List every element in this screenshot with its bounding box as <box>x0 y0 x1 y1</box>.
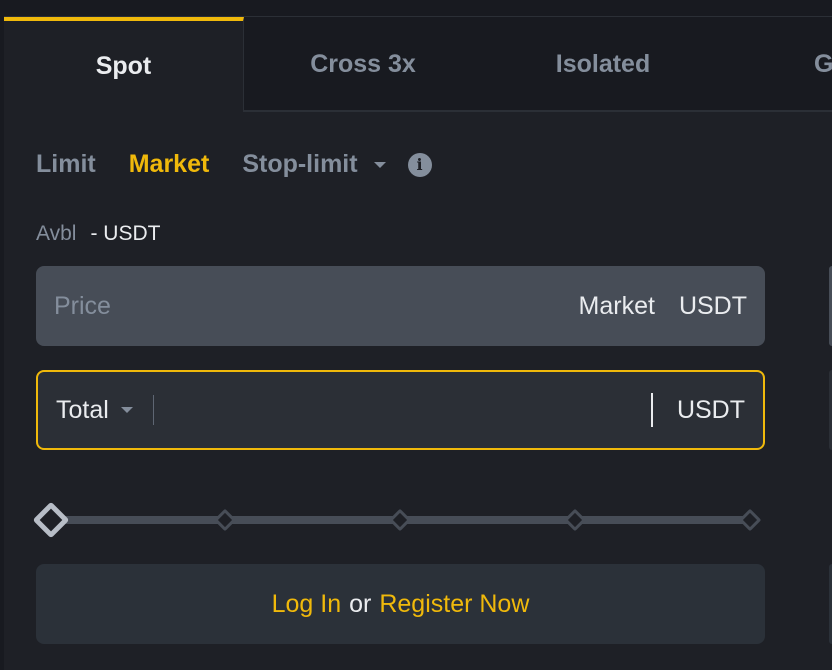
tabs-divider <box>244 110 832 112</box>
price-field: Price Market USDT <box>36 266 765 346</box>
order-type-stop-limit[interactable]: Stop-limit <box>242 150 386 179</box>
price-label: Price <box>54 291 111 320</box>
available-balance: Avbl - USDT <box>36 222 160 246</box>
slider-handle[interactable] <box>32 501 70 539</box>
amount-slider[interactable] <box>32 501 766 539</box>
margin-mode-tabs: Spot Cross 3x Isolated G <box>4 17 832 112</box>
order-type-limit[interactable]: Limit <box>36 150 96 179</box>
tab-isolated[interactable]: Isolated <box>482 17 724 112</box>
order-type-market[interactable]: Market <box>129 150 210 179</box>
caret-down-icon <box>373 162 386 169</box>
total-type-dropdown[interactable]: Total <box>56 396 109 425</box>
avbl-value: - USDT <box>90 222 161 245</box>
slider-step-75[interactable] <box>563 508 587 532</box>
register-link[interactable]: Register Now <box>379 590 529 619</box>
slider-step-100[interactable] <box>738 508 762 532</box>
or-text: or <box>349 589 372 618</box>
info-icon[interactable]: i <box>407 152 432 177</box>
total-field: Total USDT <box>36 370 765 450</box>
tab-grid[interactable]: G <box>814 17 832 112</box>
tab-cross[interactable]: Cross 3x <box>244 17 482 112</box>
stop-limit-label: Stop-limit <box>242 150 358 178</box>
login-register-button[interactable]: Log In or Register Now <box>36 564 765 644</box>
tab-spot[interactable]: Spot <box>4 17 244 112</box>
order-type-selector: Limit Market Stop-limit i <box>36 150 432 179</box>
slider-step-50[interactable] <box>388 508 412 532</box>
total-unit: USDT <box>676 395 745 424</box>
caret-down-icon[interactable] <box>120 407 133 413</box>
price-mode: Market <box>578 291 655 320</box>
text-cursor <box>650 393 653 427</box>
price-unit: USDT <box>678 291 747 320</box>
slider-step-25[interactable] <box>213 508 237 532</box>
login-link[interactable]: Log In <box>272 590 342 619</box>
avbl-label: Avbl <box>36 222 77 245</box>
chart-axis-strip <box>0 0 832 17</box>
total-input[interactable] <box>153 390 651 430</box>
